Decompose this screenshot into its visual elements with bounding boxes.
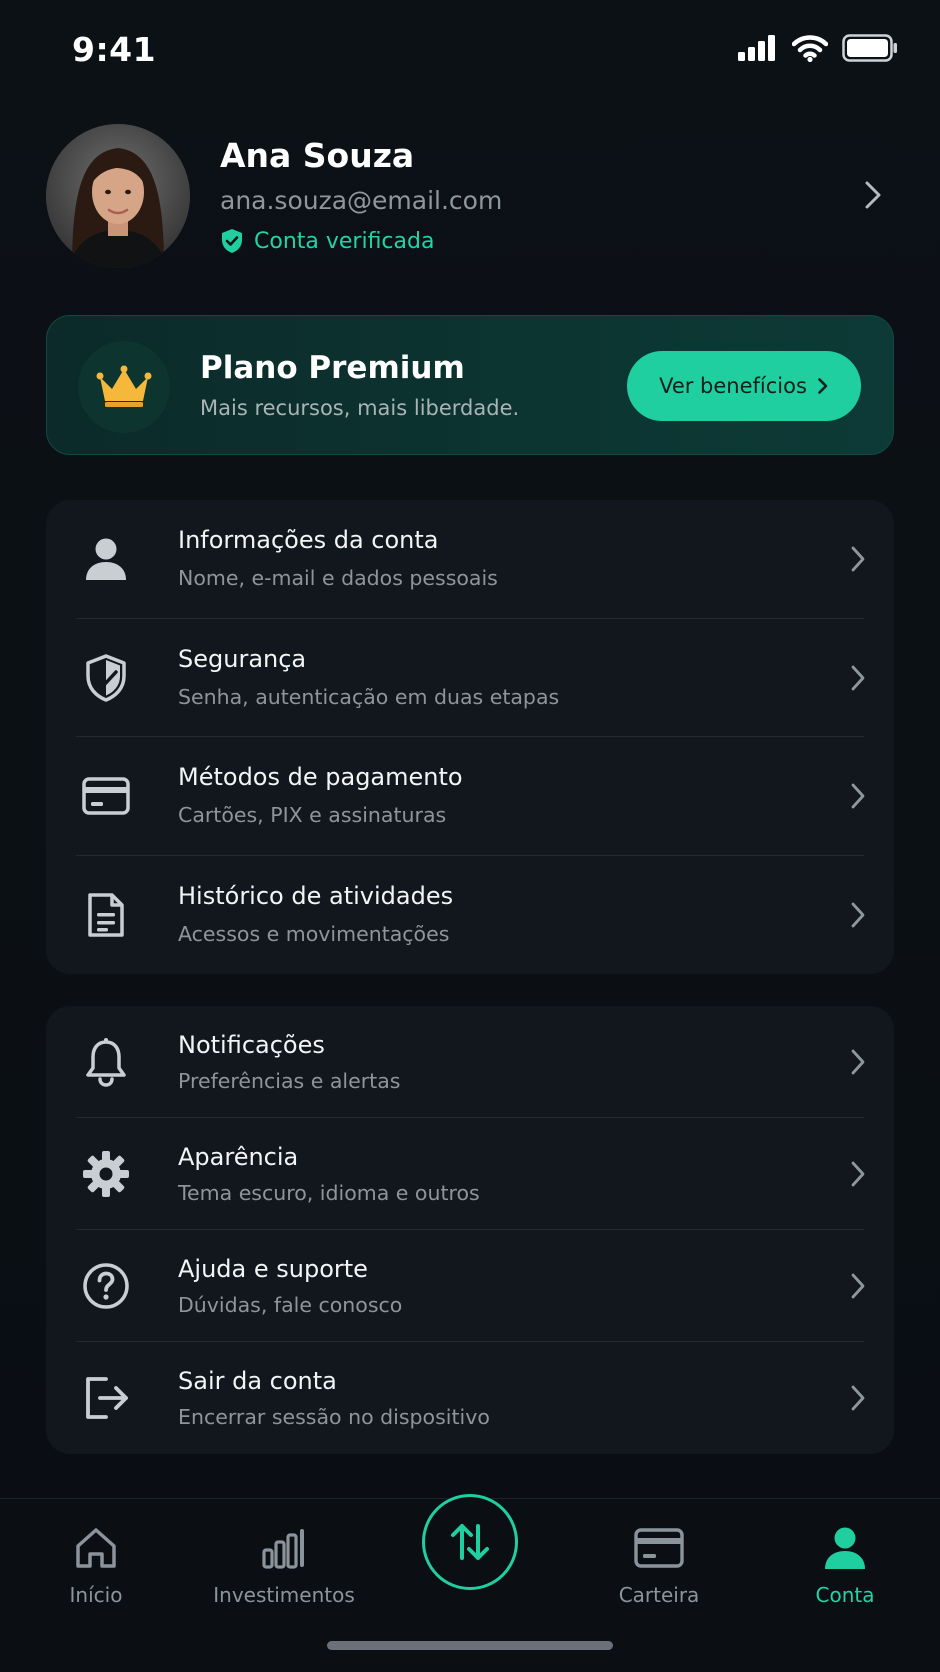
profile-email: ana.souza@email.com [220,186,503,215]
chevron-right-icon [851,1273,865,1299]
tab-label: Carteira [618,1583,700,1607]
tab-account[interactable]: Conta [760,1519,930,1619]
view-benefits-button[interactable]: Ver benefícios [627,351,861,421]
shield-icon [80,652,132,704]
transfer-action-button[interactable] [422,1494,518,1590]
chevron-right-icon [851,902,865,928]
tab-label: Investimentos [213,1583,355,1607]
logout-icon [80,1372,132,1424]
menu-item-subtitle: Encerrar sessão no dispositivo [178,1405,490,1429]
chevron-right-icon [851,1385,865,1411]
verified-shield-icon [222,229,242,253]
bell-icon [80,1036,132,1088]
general-settings-list: Notificações Preferências e alertas Apar… [46,1006,894,1454]
verified-label: Conta verificada [254,228,435,254]
wallet-card-icon [634,1519,684,1577]
chevron-right-icon [818,378,828,394]
tab-label: Conta [815,1583,875,1607]
menu-item-title: Histórico de atividades [178,881,454,910]
bar-chart-icon [261,1519,307,1577]
gear-icon [80,1148,132,1200]
account-screen: 9:41 Ana Souza ana.souza@email.com Conta… [0,0,940,1672]
profile-name: Ana Souza [220,136,415,175]
menu-item-subtitle: Dúvidas, fale conosco [178,1293,403,1317]
tab-home[interactable]: Início [11,1519,181,1619]
home-icon [74,1519,118,1577]
premium-plan-card: Plano Premium Mais recursos, mais liberd… [46,315,894,455]
menu-item-subtitle: Senha, autenticação em duas etapas [178,684,560,709]
chevron-right-icon [851,1049,865,1075]
verified-badge: Conta verificada [220,228,434,254]
document-icon [80,889,132,941]
premium-subtitle: Mais recursos, mais liberdade. [200,396,520,420]
user-icon [823,1519,867,1577]
chevron-right-icon [851,665,865,691]
menu-item-title: Métodos de pagamento [178,763,463,791]
tab-investments[interactable]: Investimentos [199,1519,369,1619]
menu-item-account-info[interactable]: Informações da conta Nome, e-mail e dado… [46,500,894,619]
credit-card-icon [80,770,132,822]
menu-item-subtitle: Tema escuro, idioma e outros [178,1181,480,1205]
chevron-right-icon [851,1161,865,1187]
crown-badge [78,341,170,433]
account-settings-list: Informações da conta Nome, e-mail e dado… [46,500,894,974]
help-icon [80,1260,132,1312]
menu-item-title: Aparência [178,1143,299,1171]
status-icons [738,34,898,62]
status-bar: 9:41 [0,0,940,100]
menu-item-notifications[interactable]: Notificações Preferências e alertas [46,1006,894,1118]
battery-icon [842,34,897,62]
wifi-icon [792,34,828,62]
menu-item-subtitle: Acessos e movimentações [178,921,450,946]
menu-item-help-support[interactable]: Ajuda e suporte Dúvidas, fale conosco [46,1230,894,1342]
menu-item-subtitle: Preferências e alertas [178,1069,401,1093]
menu-item-logout[interactable]: Sair da conta Encerrar sessão no disposi… [46,1342,894,1454]
menu-item-subtitle: Nome, e-mail e dados pessoais [178,566,498,590]
transfer-arrows-icon [451,1524,489,1560]
menu-item-title: Segurança [178,644,307,673]
tab-wallet[interactable]: Carteira [574,1519,744,1619]
chevron-right-icon [851,546,865,572]
crown-icon [96,365,152,407]
menu-item-title: Informações da conta [178,526,439,554]
tab-label: Início [69,1583,123,1607]
premium-title: Plano Premium [200,350,465,386]
user-icon [80,533,132,585]
menu-item-security[interactable]: Segurança Senha, autenticação em duas et… [46,619,894,737]
menu-item-title: Sair da conta [178,1367,337,1395]
menu-item-subtitle: Cartões, PIX e assinaturas [178,803,447,827]
menu-item-title: Notificações [178,1031,325,1059]
profile-header[interactable]: Ana Souza ana.souza@email.com Conta veri… [46,124,894,268]
view-benefits-label: Ver benefícios [659,374,807,398]
signal-icon [738,35,775,61]
status-time: 9:41 [72,30,157,69]
menu-item-title: Ajuda e suporte [178,1255,368,1283]
menu-item-activity-history[interactable]: Histórico de atividades Acessos e movime… [46,856,894,975]
avatar [46,124,190,268]
chevron-right-icon [865,181,881,209]
menu-item-payment-methods[interactable]: Métodos de pagamento Cartões, PIX e assi… [46,737,894,856]
menu-item-appearance[interactable]: Aparência Tema escuro, idioma e outros [46,1118,894,1230]
chevron-right-icon [851,783,865,809]
home-indicator [327,1641,613,1650]
